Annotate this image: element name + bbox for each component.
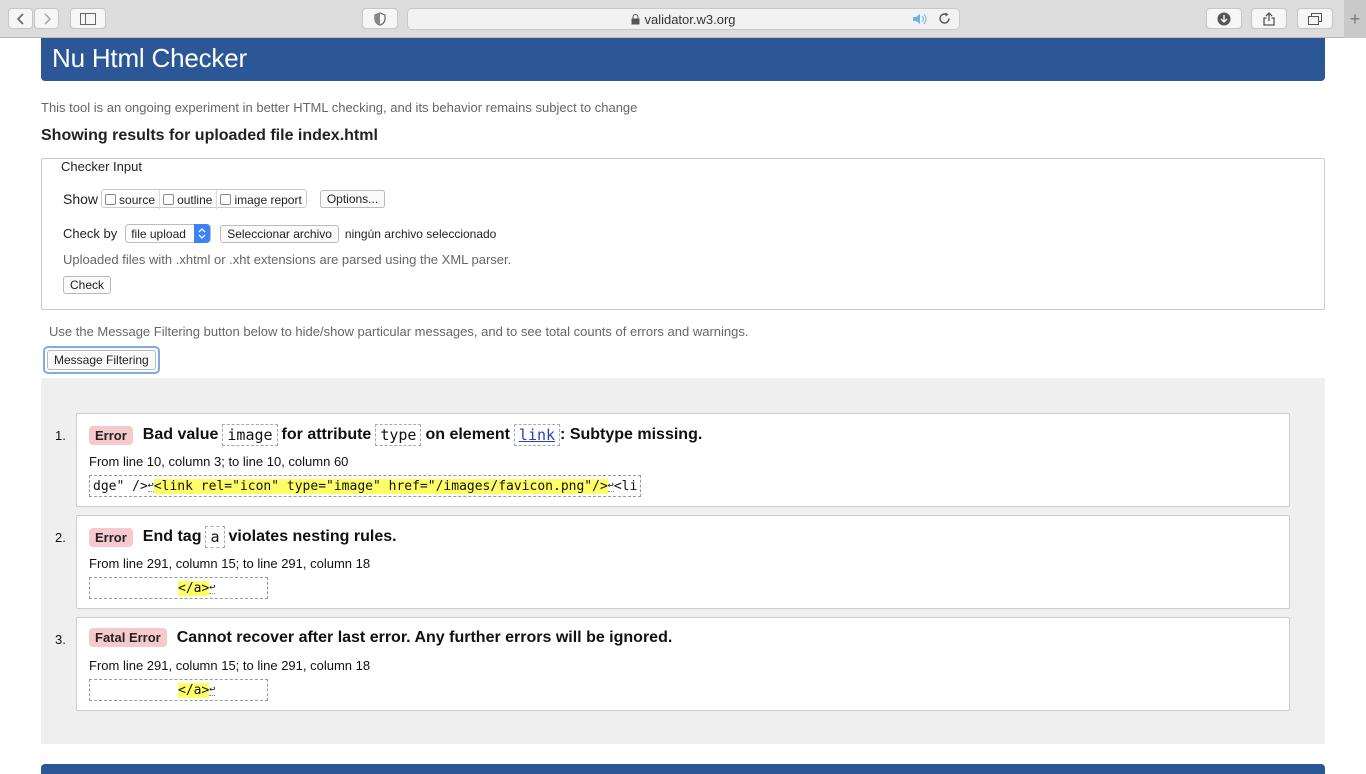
extract-before: dge" /> <box>93 478 148 494</box>
share-icon <box>1263 11 1275 26</box>
address-text: validator.w3.org <box>644 11 736 27</box>
results-panel: 1. Error Bad value image for attribute t… <box>41 378 1325 744</box>
shield-icon <box>374 11 386 26</box>
message-location: From line 10, column 3; to line 10, colu… <box>89 454 349 469</box>
header-banner: Nu Html Checker <box>41 38 1325 81</box>
back-button[interactable] <box>8 8 33 29</box>
message-text: Cannot recover after last error. Any fur… <box>176 628 673 646</box>
message-filtering-focus-ring: Message Filtering <box>43 346 160 374</box>
share-button[interactable] <box>1251 8 1287 29</box>
source-label: source <box>119 192 156 207</box>
page-content: Nu Html Checker This tool is an ongoing … <box>0 38 1366 774</box>
sidebar-button[interactable] <box>70 8 106 29</box>
message-text: on element <box>425 426 510 443</box>
privacy-button[interactable] <box>362 8 398 29</box>
reload-icon[interactable] <box>938 12 951 25</box>
check-by-row: Check by file upload Seleccionar archivo… <box>63 224 496 243</box>
line-break-icon: ↩ <box>209 582 216 594</box>
checkbox-box[interactable] <box>220 194 232 205</box>
error-badge: Error <box>89 527 133 547</box>
outline-label: outline <box>177 192 213 207</box>
message-heading: Fatal Error Cannot recover after last er… <box>89 628 672 647</box>
message-text: End tag <box>142 528 202 545</box>
message-location: From line 291, column 15; to line 291, c… <box>89 658 371 673</box>
error-badge: Error <box>89 425 133 445</box>
xml-parser-note: Uploaded files with .xhtml or .xht exten… <box>63 252 512 267</box>
check-by-select[interactable]: file upload <box>125 224 212 243</box>
footer-banner <box>41 764 1325 774</box>
sidebar-icon <box>80 12 96 25</box>
show-label: Show <box>63 190 99 207</box>
message-text: for attribute <box>281 426 372 443</box>
speaker-icon[interactable] <box>912 13 928 25</box>
show-checkbox-group: source outline image report <box>101 189 307 209</box>
source-extract: dge" /> ↩ <link rel="icon" type="image" h… <box>89 475 642 497</box>
results-heading: Showing results for uploaded file index.… <box>41 127 378 144</box>
options-button[interactable]: Options... <box>319 189 386 208</box>
source-checkbox[interactable]: source <box>102 190 161 209</box>
extract-highlight: </a> <box>178 580 210 596</box>
extract-highlight: </a> <box>178 682 210 698</box>
source-extract: </a> ↩ <box>89 577 268 599</box>
intro-text: This tool is an ongoing experiment in be… <box>41 100 638 115</box>
message-filtering-button[interactable]: Message Filtering <box>47 350 156 370</box>
message-number: 3. <box>55 632 66 647</box>
message-item: 1. Error Bad value image for attribute t… <box>55 413 1290 507</box>
message-heading: Error End tag a violates nesting rules. <box>89 526 397 548</box>
checkbox-box[interactable] <box>163 194 175 205</box>
message-number: 1. <box>55 428 66 443</box>
message-item: 3. Fatal Error Cannot recover after last… <box>55 617 1290 711</box>
chevron-left-icon <box>16 12 24 25</box>
tabs-overview-button[interactable] <box>1297 8 1333 29</box>
code-snippet: image <box>222 424 278 446</box>
message-heading: Error Bad value image for attribute type… <box>89 424 702 446</box>
download-icon <box>1217 12 1231 25</box>
new-tab-button[interactable]: + <box>1344 0 1366 38</box>
chevron-right-icon <box>43 12 51 25</box>
select-arrows-icon <box>194 224 211 243</box>
code-snippet: a <box>205 526 225 548</box>
forward-button[interactable] <box>34 8 59 29</box>
message-item: 2. Error End tag a violates nesting rule… <box>55 515 1290 609</box>
downloads-button[interactable] <box>1206 8 1242 29</box>
show-options-row: Show source outline image report Options… <box>63 189 386 209</box>
code-snippet: type <box>375 424 422 446</box>
filter-hint: Use the Message Filtering button below t… <box>49 324 749 339</box>
message-number: 2. <box>55 530 66 545</box>
source-extract: </a> ↩ <box>89 679 268 701</box>
image-report-label: image report <box>234 192 302 207</box>
browser-toolbar: validator.w3.org + <box>0 0 1366 38</box>
choose-file-button[interactable]: Seleccionar archivo <box>220 224 339 243</box>
message-text: violates nesting rules. <box>228 528 397 545</box>
check-by-label: Check by <box>63 226 118 241</box>
extract-after: <li <box>613 478 638 494</box>
lock-icon <box>631 13 640 24</box>
element-link[interactable]: link <box>513 424 561 446</box>
check-button[interactable]: Check <box>63 276 112 294</box>
fatal-error-badge: Fatal Error <box>89 628 167 647</box>
outline-checkbox[interactable]: outline <box>160 190 218 209</box>
line-break-icon: ↩ <box>209 684 216 696</box>
tabs-icon <box>1308 12 1322 25</box>
image-report-checkbox[interactable]: image report <box>217 190 305 209</box>
message-text: : Subtype missing. <box>560 426 703 443</box>
address-bar[interactable]: validator.w3.org <box>407 8 960 30</box>
check-by-value: file upload <box>131 226 186 241</box>
message-text: Bad value <box>142 426 219 443</box>
plus-icon: + <box>1349 8 1361 29</box>
page-title: Nu Html Checker <box>52 43 247 73</box>
checker-input-legend: Checker Input <box>59 159 144 174</box>
file-status: ningún archivo seleccionado <box>344 226 497 241</box>
message-location: From line 291, column 15; to line 291, c… <box>89 556 371 571</box>
checkbox-box[interactable] <box>105 194 117 205</box>
extract-highlight: <link rel="icon" type="image" href="/ima… <box>153 478 608 494</box>
